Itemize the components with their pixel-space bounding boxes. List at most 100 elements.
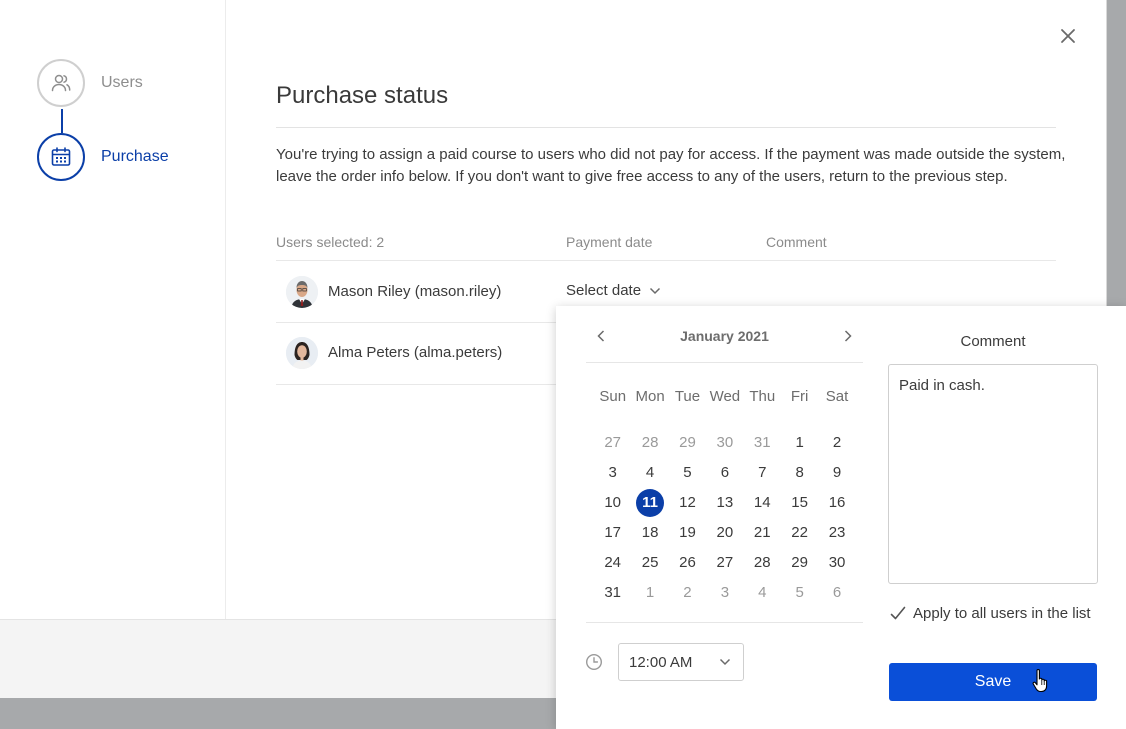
calendar-day[interactable]: 13 xyxy=(711,489,739,517)
calendar-day[interactable]: 22 xyxy=(786,519,814,547)
weekday-label: Sat xyxy=(825,387,849,405)
calendar-week-row: 24 25 26 27 28 29 30 xyxy=(594,548,856,578)
weekday-label: Sun xyxy=(599,387,627,405)
calendar-day[interactable]: 9 xyxy=(823,459,851,487)
stepper-sidebar: Users Purchase xyxy=(0,0,226,619)
calendar-day[interactable]: 23 xyxy=(823,519,851,547)
calendar-day[interactable]: 4 xyxy=(636,459,664,487)
calendar-day[interactable]: 6 xyxy=(823,579,851,607)
title-divider xyxy=(276,127,1056,128)
calendar-day[interactable]: 4 xyxy=(748,579,776,607)
calendar-day-cell: 31 xyxy=(594,579,631,607)
calendar-day-cell: 29 xyxy=(669,429,706,457)
calendar-day-cell: 4 xyxy=(744,579,781,607)
weekday-label: Mon xyxy=(635,387,665,405)
apply-to-all-label: Apply to all users in the list xyxy=(913,605,1091,622)
table-header-divider xyxy=(276,260,1056,261)
calendar-day[interactable]: 27 xyxy=(711,549,739,577)
calendar-day[interactable]: 16 xyxy=(823,489,851,517)
calendar-week-row: 10 11 12 13 14 15 16 xyxy=(594,488,856,518)
calendar-day[interactable]: 20 xyxy=(711,519,739,547)
calendar-day-cell: 11 xyxy=(631,489,668,517)
weekday-label: Tue xyxy=(674,387,701,405)
calendar-day[interactable]: 3 xyxy=(711,579,739,607)
calendar-day[interactable]: 1 xyxy=(636,579,664,607)
calendar-day-cell: 6 xyxy=(706,459,743,487)
calendar-day[interactable]: 28 xyxy=(748,549,776,577)
calendar-day[interactable]: 14 xyxy=(748,489,776,517)
chevron-down-icon xyxy=(650,287,661,294)
step-purchase-label: Purchase xyxy=(101,148,169,165)
calendar-day[interactable]: 26 xyxy=(673,549,701,577)
calendar-day-selected[interactable]: 11 xyxy=(636,489,665,517)
avatar xyxy=(286,276,318,308)
calendar-day[interactable]: 24 xyxy=(599,549,627,577)
calendar-day[interactable]: 12 xyxy=(673,489,701,517)
calendar-day[interactable]: 3 xyxy=(599,459,627,487)
calendar-day-cell: 16 xyxy=(818,489,855,517)
calendar-day-cell: 26 xyxy=(669,549,706,577)
calendar-day[interactable]: 17 xyxy=(599,519,627,547)
calendar-day-cell: 10 xyxy=(594,489,631,517)
calendar-day-cell: 23 xyxy=(818,519,855,547)
time-select[interactable]: 12:00 AM xyxy=(618,643,744,681)
calendar-day[interactable]: 31 xyxy=(748,429,776,457)
calendar-day[interactable]: 27 xyxy=(599,429,627,457)
column-header-payment-date: Payment date xyxy=(566,234,653,250)
step-purchase-circle xyxy=(37,133,85,181)
chevron-down-icon xyxy=(719,658,731,666)
calendar-day[interactable]: 7 xyxy=(748,459,776,487)
calendar-day[interactable]: 31 xyxy=(599,579,627,607)
calendar-day-cell: 9 xyxy=(818,459,855,487)
column-header-users: Users selected: 2 xyxy=(276,234,385,250)
payment-date-select[interactable]: Select date xyxy=(566,282,661,299)
calendar-day[interactable]: 19 xyxy=(673,519,701,547)
comment-label: Comment xyxy=(960,333,1026,350)
close-button[interactable] xyxy=(1058,26,1078,46)
calendar-day[interactable]: 8 xyxy=(786,459,814,487)
calendar-day[interactable]: 2 xyxy=(673,579,701,607)
close-icon xyxy=(1061,29,1075,43)
user-name: Alma Peters (alma.peters) xyxy=(328,344,503,361)
calendar-footer-divider xyxy=(586,622,863,623)
calendar-day[interactable]: 25 xyxy=(636,549,664,577)
calendar-week-row: 27 28 29 30 31 1 2 xyxy=(594,428,856,458)
calendar-day[interactable]: 29 xyxy=(786,549,814,577)
calendar-day[interactable]: 21 xyxy=(748,519,776,547)
calendar-day-cell: 1 xyxy=(781,429,818,457)
users-icon xyxy=(51,74,71,92)
calendar-day[interactable]: 28 xyxy=(636,429,664,457)
calendar-day[interactable]: 30 xyxy=(823,549,851,577)
calendar-day[interactable]: 5 xyxy=(786,579,814,607)
calendar-day[interactable]: 18 xyxy=(636,519,664,547)
table-row-divider xyxy=(276,322,556,323)
page-description: You're trying to assign a paid course to… xyxy=(276,146,1066,185)
apply-to-all-checkbox[interactable]: Apply to all users in the list xyxy=(890,604,1100,624)
step-users[interactable]: Users xyxy=(37,59,143,107)
step-purchase[interactable]: Purchase xyxy=(37,133,169,181)
calendar-day-cell: 12 xyxy=(669,489,706,517)
calendar-day-cell: 28 xyxy=(744,549,781,577)
payment-date-value: Select date xyxy=(566,282,642,299)
calendar-day[interactable]: 5 xyxy=(673,459,701,487)
comment-field[interactable] xyxy=(888,364,1098,584)
column-header-comment: Comment xyxy=(766,234,827,250)
calendar-day[interactable]: 10 xyxy=(599,489,627,517)
calendar-day[interactable]: 15 xyxy=(786,489,814,517)
calendar-day[interactable]: 29 xyxy=(673,429,701,457)
step-connector xyxy=(61,109,63,133)
calendar-day[interactable]: 2 xyxy=(823,429,851,457)
user-name: Mason Riley (mason.riley) xyxy=(328,283,502,300)
calendar-day[interactable]: 1 xyxy=(786,429,814,457)
next-month-button[interactable] xyxy=(838,326,858,346)
date-picker-popup: January 2021 Sun Mon Tue Wed Thu Fri Sat… xyxy=(556,306,1126,729)
calendar-day[interactable]: 6 xyxy=(711,459,739,487)
calendar-week-row: 17 18 19 20 21 22 23 xyxy=(594,518,856,548)
save-button[interactable]: Save xyxy=(889,663,1097,701)
calendar-day[interactable]: 30 xyxy=(711,429,739,457)
calendar-day-cell: 6 xyxy=(818,579,855,607)
time-value: 12:00 AM xyxy=(629,653,693,671)
calendar-day-cell: 21 xyxy=(744,519,781,547)
calendar-day-cell: 30 xyxy=(706,429,743,457)
calendar-day-cell: 5 xyxy=(669,459,706,487)
